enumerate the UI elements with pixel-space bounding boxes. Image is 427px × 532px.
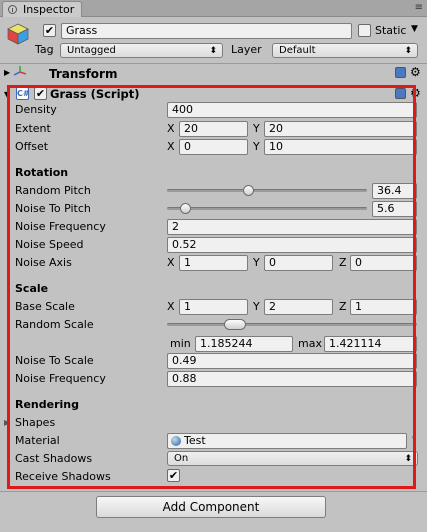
gameobject-cube-icon bbox=[6, 22, 30, 46]
transform-axis-icon bbox=[13, 66, 27, 78]
active-checkbox[interactable]: ✔ bbox=[43, 24, 56, 37]
static-checkbox[interactable] bbox=[358, 24, 371, 37]
footer-divider bbox=[0, 491, 427, 492]
tag-label: Tag bbox=[35, 43, 54, 56]
layer-dropdown-value: Default bbox=[279, 45, 316, 56]
transform-title: Transform bbox=[49, 67, 118, 81]
add-component-button[interactable]: Add Component bbox=[96, 496, 326, 518]
tab-menu-icon[interactable]: ≡ bbox=[415, 2, 423, 13]
object-name-field[interactable]: Grass bbox=[61, 23, 352, 39]
tag-dropdown-value: Untagged bbox=[67, 45, 116, 56]
dropdown-arrows-icon: ⬍ bbox=[404, 46, 412, 56]
tab-inspector[interactable]: Inspector bbox=[2, 1, 82, 17]
header-divider bbox=[0, 63, 427, 64]
tag-dropdown[interactable]: Untagged ⬍ bbox=[60, 43, 223, 58]
static-dropdown-icon[interactable]: ▼ bbox=[411, 24, 418, 34]
help-book-icon[interactable] bbox=[395, 67, 406, 78]
highlight-box bbox=[7, 85, 416, 489]
layer-dropdown[interactable]: Default ⬍ bbox=[272, 43, 418, 58]
component-settings-gear-icon[interactable]: ⚙ bbox=[410, 65, 421, 79]
tab-inspector-label: Inspector bbox=[23, 3, 75, 16]
dropdown-arrows-icon: ⬍ bbox=[209, 46, 217, 56]
static-label: Static bbox=[375, 24, 407, 37]
info-icon bbox=[8, 5, 17, 14]
transform-foldout-icon[interactable]: ▶ bbox=[4, 68, 10, 77]
layer-label: Layer bbox=[231, 43, 262, 56]
